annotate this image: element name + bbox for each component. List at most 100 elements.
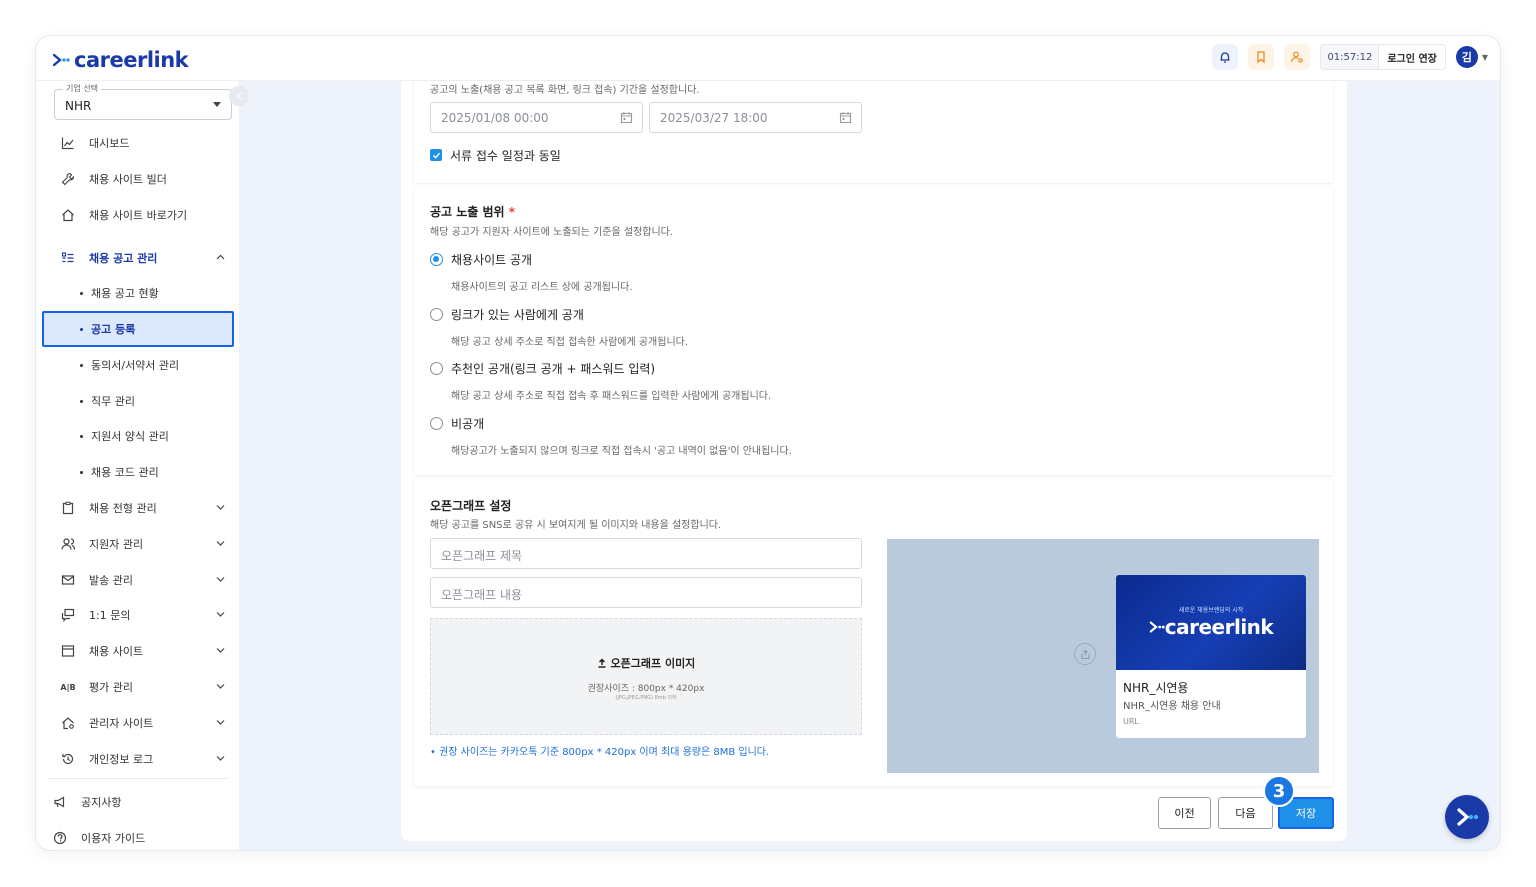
share-icon[interactable] bbox=[1074, 643, 1096, 665]
history-icon bbox=[62, 753, 74, 765]
company-select-label: 기업 선택 bbox=[63, 83, 101, 94]
start-date-input[interactable]: 2025/01/08 00:00 bbox=[430, 102, 643, 133]
extend-login-button[interactable]: 로그인 연장 bbox=[1378, 45, 1445, 69]
sidebar-item-evaluation[interactable]: A|B 평가 관리 bbox=[60, 672, 225, 702]
opengraph-card-image: 새로운 채용브랜딩의 시작 careerlink bbox=[1116, 575, 1306, 670]
chevron-down-icon bbox=[216, 684, 225, 689]
radio-label[interactable]: 추천인 공개(링크 공개 + 패스워드 입력) bbox=[451, 360, 655, 377]
sidebar: 기업 선택 NHR 대시보드 채용 사이트 빌더 채용 사이트 바로가기 채용 … bbox=[36, 81, 239, 850]
sidebar-item-notice[interactable]: 공지사항 bbox=[52, 787, 217, 817]
calendar-icon[interactable] bbox=[839, 111, 852, 124]
company-select-value: NHR bbox=[65, 99, 92, 113]
next-button[interactable]: 다음 bbox=[1218, 797, 1273, 829]
exposure-period-desc: 공고의 노출(채용 공고 목록 화면, 링크 접속) 기간을 설정합니다. bbox=[430, 85, 700, 96]
bookmark-button[interactable] bbox=[1248, 44, 1275, 70]
radio-link-only[interactable] bbox=[430, 308, 443, 321]
chevron-up-icon bbox=[216, 254, 225, 260]
sidebar-subitem-consent[interactable]: 동의서/서약서 관리 bbox=[80, 350, 179, 380]
timer-value: 01:57:12 bbox=[1327, 51, 1373, 63]
user-gear-icon bbox=[1291, 51, 1304, 63]
sidebar-item-mailing[interactable]: 발송 관리 bbox=[60, 565, 225, 595]
company-select[interactable]: 기업 선택 NHR bbox=[54, 83, 232, 120]
sidebar-subitem-form[interactable]: 지원서 양식 관리 bbox=[80, 421, 169, 451]
opengraph-card-logo: careerlink bbox=[1116, 615, 1306, 639]
careerlink-logo[interactable]: careerlink bbox=[52, 48, 189, 72]
chevron-down-icon bbox=[216, 648, 225, 653]
logo-text: careerlink bbox=[74, 48, 189, 72]
clipboard-icon bbox=[62, 501, 74, 515]
sidebar-item-career-site[interactable]: 채용 사이트 bbox=[60, 636, 225, 666]
upload-icon bbox=[598, 658, 606, 668]
end-date-input[interactable]: 2025/03/27 18:00 bbox=[649, 102, 862, 133]
careerlink-chat-icon bbox=[1457, 808, 1479, 826]
calendar-icon[interactable] bbox=[620, 111, 633, 124]
upload-label: 오픈그래프 이미지 bbox=[431, 655, 861, 671]
chat-fab-button[interactable] bbox=[1445, 795, 1489, 839]
home-icon bbox=[62, 209, 74, 222]
sidebar-collapse-button[interactable] bbox=[229, 86, 249, 106]
window-icon bbox=[61, 645, 75, 657]
opengraph-card-name: NHR_시연용 bbox=[1123, 681, 1189, 695]
sidebar-item-site-builder[interactable]: 채용 사이트 빌더 bbox=[60, 164, 225, 194]
sidebar-item-process[interactable]: 채용 전형 관리 bbox=[60, 493, 225, 523]
sidebar-subitem-posting-register[interactable]: 공고 등록 bbox=[42, 311, 234, 347]
session-timer: 01:57:12 로그인 연장 bbox=[1320, 44, 1446, 70]
radio-desc: 해당 공고 상세 주소로 직접 접속한 사람에게 공개됩니다. bbox=[451, 337, 689, 348]
opengraph-card-url: URL bbox=[1123, 717, 1139, 726]
sidebar-subitem-job[interactable]: 직무 관리 bbox=[80, 386, 135, 416]
radio-referral[interactable] bbox=[430, 362, 443, 375]
opengraph-desc: 해당 공고를 SNS로 공유 시 보여지게 될 이미지와 내용을 설정합니다. bbox=[430, 520, 722, 531]
opengraph-card: 새로운 채용브랜딩의 시작 careerlink NHR_시연용 NHR_시연용… bbox=[1116, 575, 1306, 738]
bell-icon bbox=[1220, 52, 1230, 63]
ab-icon: A|B bbox=[60, 682, 76, 692]
logo-mark-icon bbox=[1149, 621, 1165, 633]
mail-icon bbox=[61, 575, 75, 585]
upload-types-hint: (JPG,JPEG,PNG) 8mb 이하 bbox=[615, 695, 677, 701]
sidebar-item-inquiry[interactable]: 1:1 문의 bbox=[60, 600, 225, 630]
avatar[interactable]: 김 bbox=[1455, 46, 1478, 68]
exposure-scope-desc: 해당 공고가 지원자 사이트에 노출되는 기준을 설정합니다. bbox=[430, 227, 674, 238]
megaphone-icon bbox=[54, 796, 65, 808]
chevron-down-icon bbox=[216, 541, 225, 546]
avatar-dropdown-icon[interactable]: ▼ bbox=[1482, 53, 1488, 62]
sidebar-item-label: 채용 공고 관리 bbox=[89, 252, 158, 265]
opengraph-content-input[interactable]: 오픈그래프 내용 bbox=[430, 577, 862, 608]
sidebar-item-label: 채용 사이트 빌더 bbox=[89, 173, 167, 186]
exposure-scope-title: 공고 노출 범위 * bbox=[430, 205, 516, 219]
bookmark-icon bbox=[1257, 51, 1266, 64]
radio-private[interactable] bbox=[430, 417, 443, 430]
sidebar-item-guide[interactable]: 이용자 가이드 bbox=[52, 823, 217, 850]
app-window: careerlink 01:57:12 로그인 연장 김 ▼ 기업 선택 NHR bbox=[36, 36, 1500, 850]
opengraph-preview: 새로운 채용브랜딩의 시작 careerlink NHR_시연용 NHR_시연용… bbox=[887, 539, 1319, 773]
notification-button[interactable] bbox=[1212, 44, 1239, 70]
same-as-schedule-checkbox[interactable] bbox=[430, 149, 442, 161]
sidebar-subitem-posting-status[interactable]: 채용 공고 현황 bbox=[80, 278, 159, 308]
logo-mark-icon bbox=[52, 53, 70, 67]
sidebar-item-site-shortcut[interactable]: 채용 사이트 바로가기 bbox=[60, 200, 225, 230]
chevron-down-icon bbox=[216, 612, 225, 617]
same-as-schedule-label: 서류 접수 일정과 동일 bbox=[450, 149, 561, 163]
user-settings-button[interactable] bbox=[1284, 44, 1311, 70]
opengraph-image-upload[interactable]: 오픈그래프 이미지 권장사이즈 : 800px * 420px (JPG,JPE… bbox=[430, 618, 862, 735]
radio-label[interactable]: 채용사이트 공개 bbox=[451, 251, 532, 268]
admin-home-icon bbox=[62, 717, 74, 730]
radio-label[interactable]: 링크가 있는 사람에게 공개 bbox=[451, 306, 584, 323]
sidebar-item-admin-site[interactable]: 관리자 사이트 bbox=[60, 708, 225, 738]
sidebar-item-applicants[interactable]: 지원자 관리 bbox=[60, 529, 225, 559]
radio-public-site[interactable] bbox=[430, 253, 443, 266]
list-icon bbox=[61, 252, 74, 263]
opengraph-size-note: • 권장 사이즈는 카카오톡 기준 800px * 420px 이며 최대 용량… bbox=[430, 747, 770, 758]
opengraph-title-input[interactable]: 오픈그래프 제목 bbox=[430, 538, 862, 569]
sidebar-item-privacy-log[interactable]: 개인정보 로그 bbox=[60, 744, 225, 774]
radio-label[interactable]: 비공개 bbox=[451, 415, 484, 432]
help-icon bbox=[53, 831, 67, 845]
sidebar-item-job-posting[interactable]: 채용 공고 관리 bbox=[60, 243, 225, 273]
radio-desc: 채용사이트의 공고 리스트 상에 공개됩니다. bbox=[451, 282, 633, 293]
sidebar-subitem-code[interactable]: 채용 코드 관리 bbox=[80, 457, 159, 487]
radio-desc: 해당 공고 상세 주소로 직접 접속 후 패스워드를 입력한 사람에게 공개됩니… bbox=[451, 391, 772, 402]
opengraph-card-subtitle: NHR_시연용 채용 안내 bbox=[1123, 701, 1221, 712]
sidebar-item-dashboard[interactable]: 대시보드 bbox=[60, 128, 225, 158]
prev-button[interactable]: 이전 bbox=[1158, 797, 1211, 829]
opengraph-section: 오픈그래프 설정 해당 공고를 SNS로 공유 시 보여지게 될 이미지와 내용… bbox=[414, 480, 1333, 786]
chevron-down-icon bbox=[213, 102, 221, 107]
